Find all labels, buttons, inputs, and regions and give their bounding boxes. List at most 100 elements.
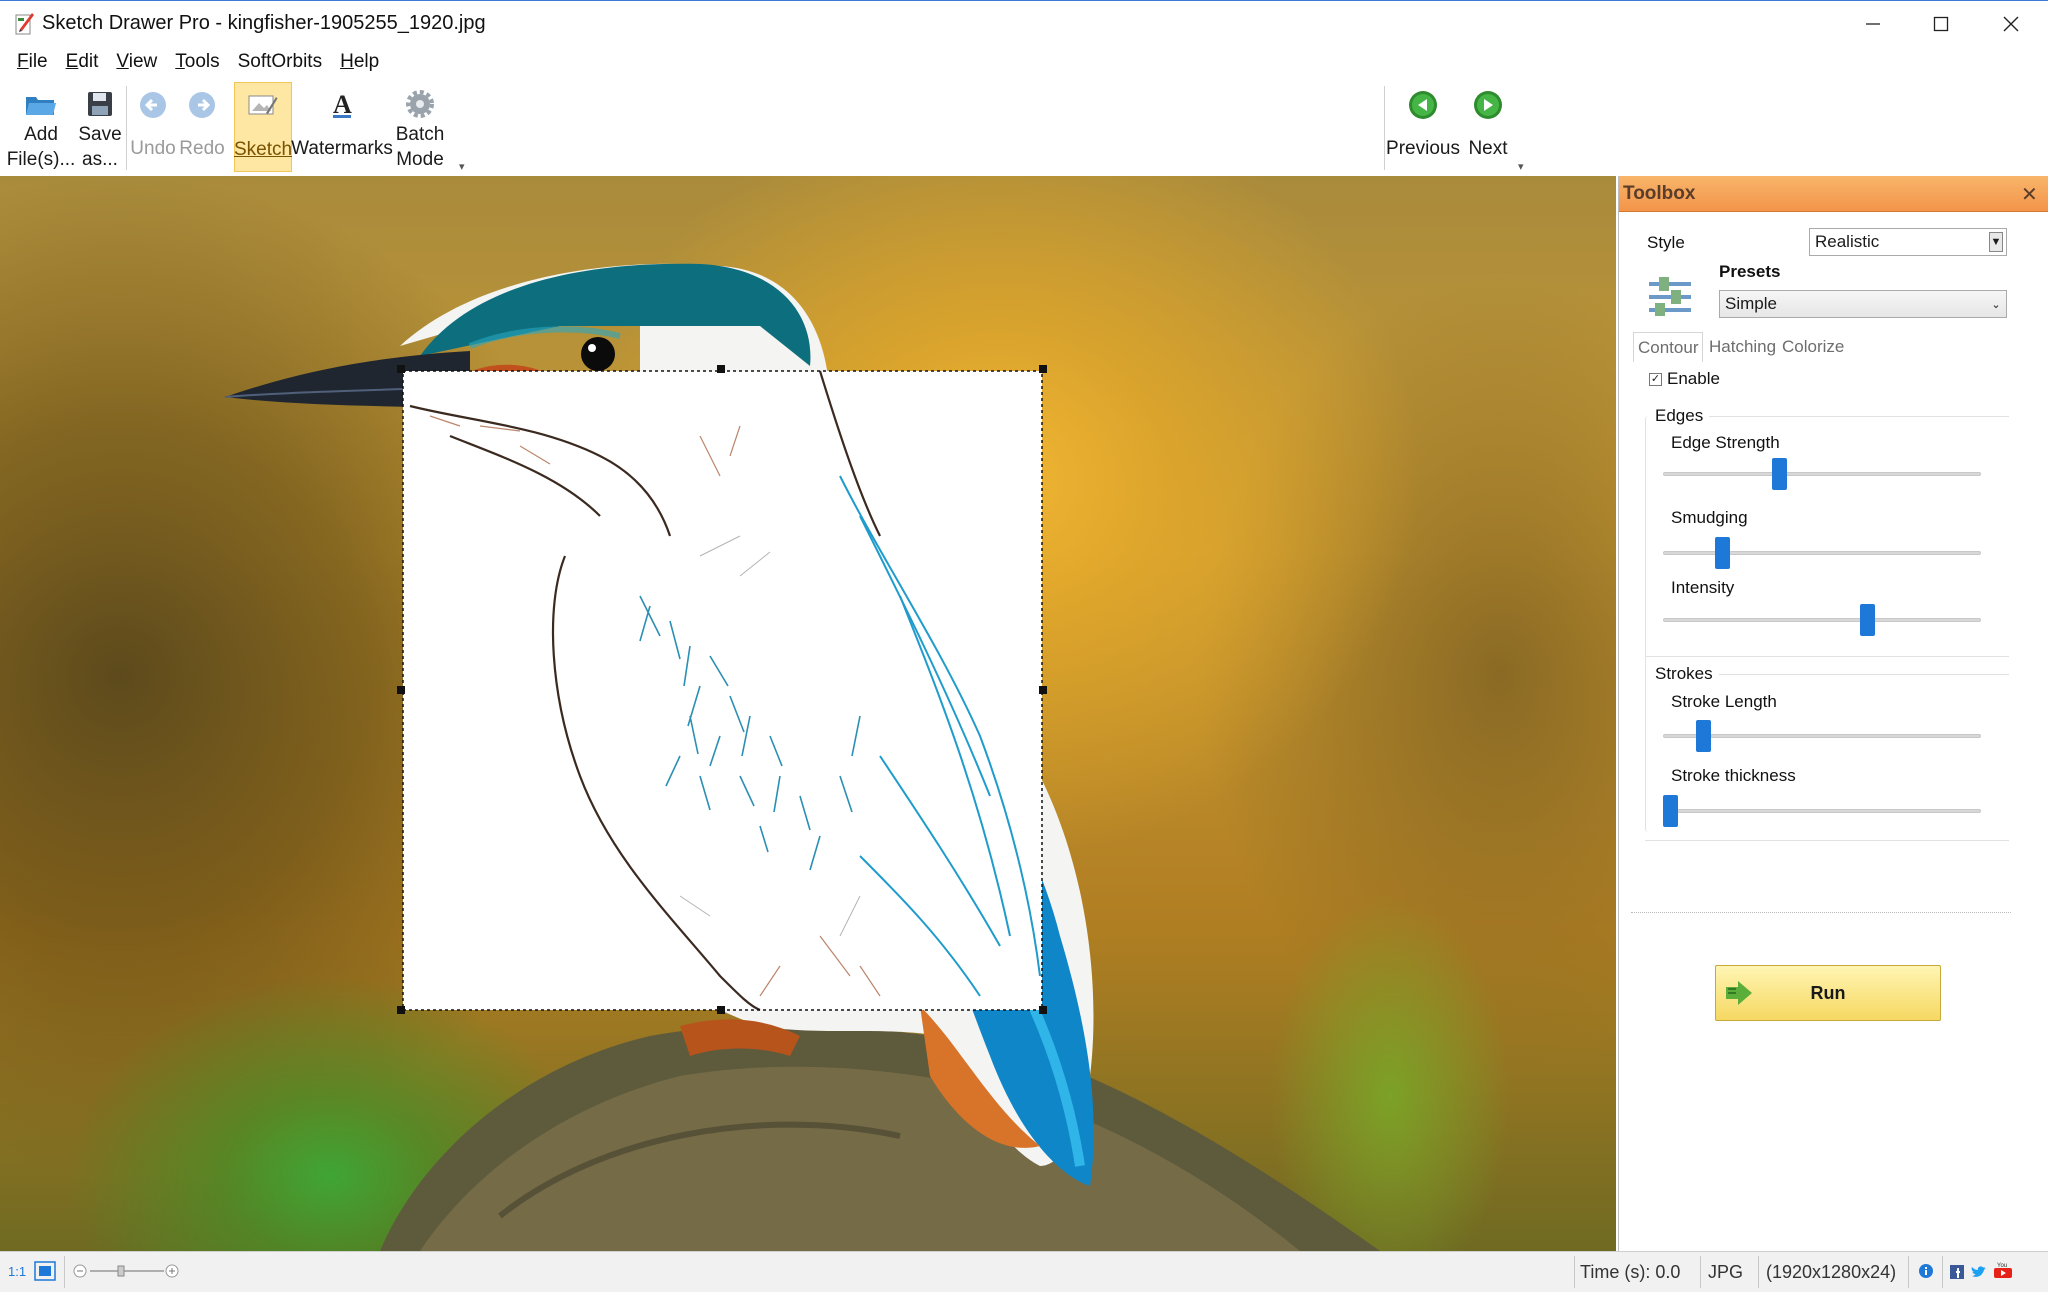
previous-button[interactable]: Previous (1386, 82, 1460, 172)
redo-arrow-icon (185, 88, 219, 122)
status-separator (1574, 1256, 1575, 1288)
group-divider (1645, 656, 2009, 657)
sketch-picture-icon (246, 89, 280, 123)
intensity-thumb[interactable] (1859, 604, 1875, 636)
batch-mode-button[interactable]: Batch Mode (392, 82, 448, 172)
edge-strength-track[interactable] (1663, 472, 1981, 476)
kingfisher-photo (224, 263, 1380, 1251)
letter-a-icon: A (325, 88, 359, 122)
stroke-thickness-label: Stroke thickness (1671, 766, 1796, 785)
image-canvas[interactable] (0, 176, 1616, 1251)
maximize-button[interactable] (1906, 1, 1976, 47)
stroke-thickness-thumb[interactable] (1663, 795, 1678, 827)
tab-hatching[interactable]: Hatching (1705, 332, 1780, 362)
run-arrow-icon (1724, 979, 1754, 1012)
stroke-thickness-track[interactable] (1663, 809, 1981, 813)
toolbox-panel: Toolbox ✕ Style Realistic ▼ Presets Simp… (1618, 176, 2048, 1251)
image-dimensions: (1920x1280x24) (1766, 1262, 1897, 1282)
menu-view-accel: V (116, 51, 129, 72)
close-window-button[interactable] (1976, 1, 2046, 47)
save-as-button[interactable]: Save as... (76, 82, 124, 172)
image-format: JPG (1708, 1262, 1744, 1282)
toolbar: Add File(s)... Save as... Undo Redo Sket… (0, 78, 2048, 176)
menu-help[interactable]: Help (331, 47, 388, 77)
minimize-button[interactable] (1838, 1, 1908, 47)
smudging-thumb[interactable] (1714, 537, 1730, 569)
menu-tools-accel: T (175, 51, 185, 72)
run-button[interactable]: Run (1715, 965, 1941, 1021)
save-as-label-1: Save (78, 124, 122, 145)
toolbox-close-icon[interactable]: ✕ (2021, 182, 2038, 207)
menu-edit[interactable]: Edit (57, 47, 108, 77)
open-folder-icon (24, 88, 58, 120)
menu-file-accel: F (17, 51, 29, 72)
save-disk-icon (83, 88, 117, 120)
menu-edit-accel: E (65, 51, 79, 72)
toolbar-overflow-caret[interactable]: ▾ (459, 160, 465, 173)
group-divider (1719, 674, 2009, 675)
previous-label: Previous (1386, 138, 1460, 159)
info-icon[interactable] (1918, 1263, 1934, 1284)
sketch-tool-button[interactable]: Sketch (234, 82, 292, 172)
maximize-icon (1933, 16, 1949, 32)
tab-contour[interactable]: Contour (1633, 332, 1704, 362)
menu-edit-label: dit (78, 51, 99, 72)
svg-text:You: You (1997, 1263, 2007, 1269)
tab-colorize[interactable]: Colorize (1778, 332, 1848, 362)
redo-button[interactable]: Redo (178, 82, 226, 172)
next-arrow-icon (1471, 88, 1505, 122)
intensity-label: Intensity (1671, 578, 1735, 597)
status-bar: 1:1 Time (s): 0.0 JPG (1920x1280x24) You (0, 1251, 2048, 1292)
menu-file[interactable]: File (8, 47, 57, 77)
zoom-actual-size-button[interactable]: 1:1 (8, 1264, 26, 1279)
intensity-track[interactable] (1663, 618, 1981, 622)
sketch-label: Sketch (233, 139, 293, 160)
menu-tools[interactable]: Tools (166, 47, 228, 77)
style-select[interactable]: Realistic ▼ (1809, 228, 2007, 256)
run-label: Run (1810, 982, 1846, 1003)
fit-to-window-icon[interactable] (34, 1261, 56, 1286)
smudging-label: Smudging (1671, 508, 1748, 527)
youtube-icon[interactable]: You (1994, 1262, 2012, 1283)
watermarks-button[interactable]: A Watermarks (291, 82, 393, 172)
next-button[interactable]: Next (1462, 82, 1514, 172)
smudging-track[interactable] (1663, 551, 1981, 555)
facebook-icon[interactable] (1950, 1263, 1964, 1284)
style-select-value: Realistic (1815, 232, 1880, 251)
minimize-icon (1866, 23, 1880, 25)
menu-bar: File Edit View Tools SoftOrbits Help (0, 46, 2048, 78)
strokes-group-title: Strokes (1655, 664, 1713, 683)
undo-button[interactable]: Undo (128, 82, 178, 172)
stroke-length-thumb[interactable] (1696, 720, 1712, 752)
window-title: Sketch Drawer Pro - kingfisher-1905255_1… (42, 12, 486, 34)
presets-select[interactable]: Simple ⌄ (1719, 290, 2007, 318)
close-icon (2003, 16, 2019, 32)
status-separator (1908, 1256, 1909, 1288)
batch-mode-label-2: Mode (396, 149, 444, 170)
group-divider (1645, 840, 2009, 841)
presets-label: Presets (1719, 262, 1781, 281)
toolbar-overflow-caret-right[interactable]: ▾ (1518, 160, 1524, 173)
add-files-label-1: Add (24, 124, 58, 145)
presets-select-value: Simple (1725, 294, 1777, 313)
stroke-length-label: Stroke Length (1671, 692, 1777, 711)
undo-arrow-icon (136, 88, 170, 122)
zoom-slider[interactable] (72, 1263, 182, 1284)
menu-help-label: elp (353, 51, 380, 72)
add-files-button[interactable]: Add File(s)... (6, 82, 76, 172)
menu-view-label: iew (128, 51, 158, 72)
enable-label: Enable (1667, 369, 1720, 388)
twitter-icon[interactable] (1971, 1263, 1987, 1284)
toolbar-separator (126, 86, 127, 170)
edge-strength-label: Edge Strength (1671, 433, 1780, 452)
status-separator (1700, 1256, 1701, 1288)
status-separator (1942, 1256, 1943, 1288)
menu-softorbits[interactable]: SoftOrbits (229, 47, 331, 77)
watermarks-label: Watermarks (291, 138, 393, 159)
enable-checkbox[interactable]: ✓ (1649, 373, 1662, 386)
menu-view[interactable]: View (107, 47, 166, 77)
next-label: Next (1468, 138, 1508, 159)
edge-strength-thumb[interactable] (1772, 458, 1788, 490)
add-files-label-2: File(s)... (6, 149, 76, 170)
panel-divider (1631, 912, 2011, 913)
